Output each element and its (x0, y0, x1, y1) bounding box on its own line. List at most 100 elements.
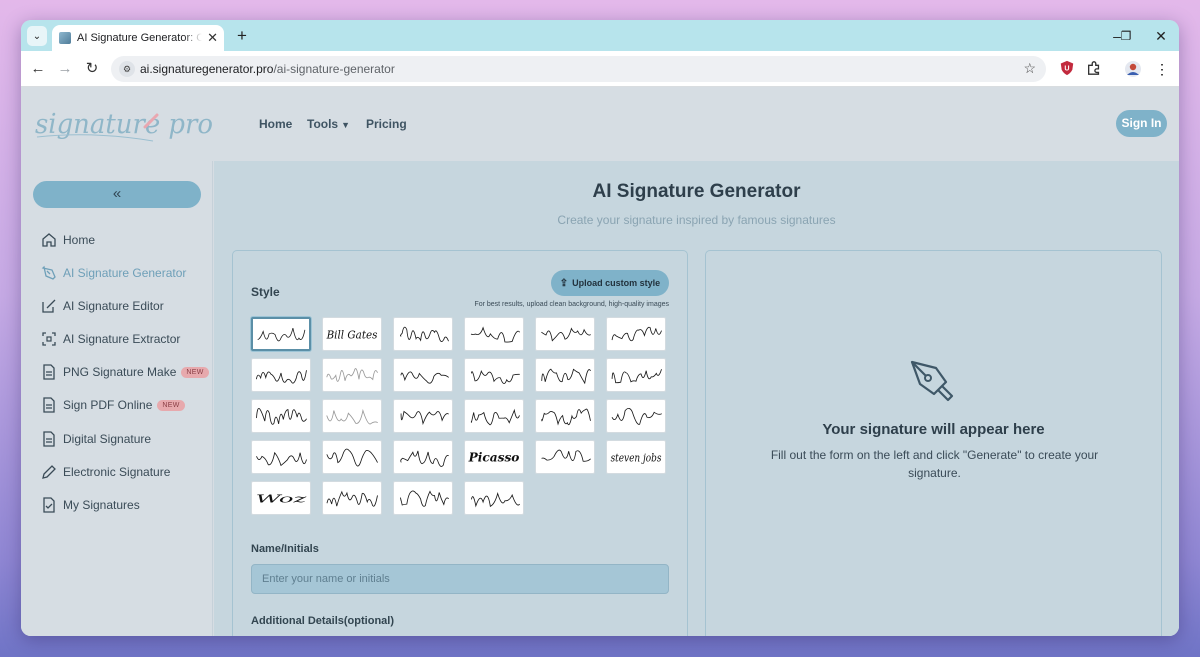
signature-style-option[interactable] (464, 358, 524, 392)
signature-style-option[interactable] (322, 440, 382, 474)
signature-style-option[interactable] (535, 440, 595, 474)
scan-icon (42, 332, 56, 346)
browser-tab[interactable]: AI Signature Generator: Create ✕ (52, 25, 224, 51)
signature-thumbnail-icon (326, 490, 378, 507)
signature-style-option[interactable] (251, 358, 311, 392)
signature-thumbnail-icon (326, 448, 378, 467)
signature-output-panel: Your signature will appear here Fill out… (705, 250, 1162, 636)
profile-avatar-icon[interactable] (1124, 60, 1142, 78)
url-text: ai.signaturegenerator.pro/ai-signature-g… (140, 62, 395, 76)
close-window-icon[interactable]: ✕ (1151, 26, 1171, 46)
signature-style-option[interactable] (464, 481, 524, 515)
sidebar-item-ai-signature-extractor[interactable]: AI Signature Extractor (41, 329, 180, 349)
extensions-puzzle-icon[interactable] (1085, 60, 1103, 78)
address-bar[interactable]: ⚙ ai.signaturegenerator.pro/ai-signature… (111, 56, 1046, 82)
reload-icon[interactable]: ↻ (82, 59, 102, 79)
signature-style-option[interactable] (606, 399, 666, 433)
pen-tool-icon (910, 360, 954, 402)
sidebar-item-electronic-signature[interactable]: Electronic Signature (41, 462, 170, 482)
upload-custom-style-button[interactable]: ⇪ Upload custom style (551, 270, 669, 296)
signature-style-option[interactable] (464, 399, 524, 433)
sidebar-item-sign-pdf-online[interactable]: Sign PDF Online NEW (41, 395, 185, 415)
sidebar-item-label: AI Signature Editor (63, 299, 164, 313)
sidebar: « Home AI Signature Generator AI Signatu… (21, 161, 213, 636)
signature-style-option[interactable] (393, 440, 453, 474)
signature-style-option[interactable] (606, 358, 666, 392)
signature-style-option[interactable]: Bill Gates (322, 317, 382, 351)
signature-style-option[interactable]: Picasso (464, 440, 524, 474)
signature-form-panel: Style ⇪ Upload custom style For best res… (232, 250, 688, 636)
signature-thumbnail-icon (541, 408, 591, 426)
sidebar-item-my-signatures[interactable]: My Signatures (41, 495, 140, 515)
signature-style-option[interactable] (393, 399, 453, 433)
signature-style-option[interactable] (393, 358, 453, 392)
signature-thumbnail-icon (470, 326, 520, 343)
sidebar-item-ai-signature-editor[interactable]: AI Signature Editor (41, 296, 164, 316)
page-title: AI Signature Generator (592, 181, 801, 202)
signature-thumbnail-icon (541, 449, 591, 462)
browser-menu-icon[interactable]: ⋮ (1153, 60, 1171, 78)
signature-style-option[interactable] (322, 481, 382, 515)
new-badge: NEW (157, 399, 185, 411)
signature-thumbnail-icon (399, 326, 449, 342)
forward-icon[interactable]: → (55, 59, 75, 79)
signature-style-option[interactable] (535, 317, 595, 351)
sidebar-item-digital-signature[interactable]: Digital Signature (41, 429, 151, 449)
signature-sample-text: steven jobs (611, 452, 662, 465)
signature-style-option[interactable]: steven jobs (606, 440, 666, 474)
signature-thumbnail-icon (541, 368, 591, 385)
back-icon[interactable]: ← (28, 59, 48, 79)
sidebar-item-label: AI Signature Generator (63, 266, 187, 280)
signature-style-option[interactable] (251, 440, 311, 474)
signature-thumbnail-icon: Woz (256, 493, 307, 506)
tab-title: AI Signature Generator: Create (77, 32, 202, 44)
signature-thumbnail-icon (400, 371, 449, 384)
signature-thumbnail-icon (326, 368, 378, 382)
signature-style-option[interactable] (251, 317, 311, 351)
nav-home-link[interactable]: Home (259, 117, 292, 131)
output-placeholder-title: Your signature will appear here (822, 421, 1045, 438)
site-logo[interactable]: signature pro (33, 101, 213, 147)
signature-thumbnail-icon: Bill Gates (326, 329, 378, 342)
signature-style-option[interactable] (393, 317, 453, 351)
signature-style-option[interactable] (606, 317, 666, 351)
tab-close-icon[interactable]: ✕ (207, 30, 218, 46)
sidebar-item-home[interactable]: Home (41, 230, 95, 250)
signature-thumbnail-icon (541, 327, 591, 342)
signature-thumbnail-icon (400, 410, 449, 426)
signature-style-option[interactable] (535, 399, 595, 433)
signature-style-option[interactable] (251, 399, 311, 433)
name-label: Name/Initials (251, 543, 319, 555)
signature-style-option[interactable]: Woz (251, 481, 311, 515)
svg-text:U: U (1064, 65, 1069, 73)
signature-style-option[interactable] (322, 358, 382, 392)
signature-thumbnail-icon (611, 369, 662, 384)
signature-thumbnail-icon (256, 451, 307, 467)
sidebar-item-png-signature-make[interactable]: PNG Signature Make NEW (41, 362, 209, 382)
output-placeholder-text: Fill out the form on the left and click … (770, 448, 1099, 480)
file-icon (43, 397, 55, 413)
sidebar-item-ai-signature-generator[interactable]: AI Signature Generator (41, 263, 186, 283)
file-icon (43, 364, 55, 380)
edit-icon (42, 299, 56, 313)
restore-icon[interactable]: ❐ (1116, 26, 1136, 46)
main-content: AI Signature Generator Create your signa… (214, 161, 1179, 636)
site-info-icon[interactable]: ⚙ (119, 61, 135, 77)
ublock-extension-icon[interactable]: U (1058, 60, 1076, 78)
signature-style-option[interactable] (535, 358, 595, 392)
signature-style-option[interactable] (322, 399, 382, 433)
site-favicon-icon (59, 32, 71, 44)
name-input[interactable] (251, 564, 669, 594)
signature-style-option[interactable] (464, 317, 524, 351)
collapse-sidebar-button[interactable]: « (33, 181, 201, 208)
signature-thumbnail-icon (611, 408, 662, 425)
sign-in-button[interactable]: Sign In (1116, 110, 1167, 137)
nav-tools-menu[interactable]: Tools ▼ (307, 117, 350, 131)
signature-style-option[interactable] (393, 481, 453, 515)
new-tab-icon[interactable]: + (233, 26, 251, 46)
tab-search-icon[interactable]: ⌄ (27, 26, 47, 46)
signature-thumbnail-icon (256, 370, 307, 384)
nav-pricing-link[interactable]: Pricing (366, 117, 407, 131)
bookmark-star-icon[interactable]: ☆ (1023, 60, 1036, 77)
signature-thumbnail-icon (256, 407, 307, 425)
